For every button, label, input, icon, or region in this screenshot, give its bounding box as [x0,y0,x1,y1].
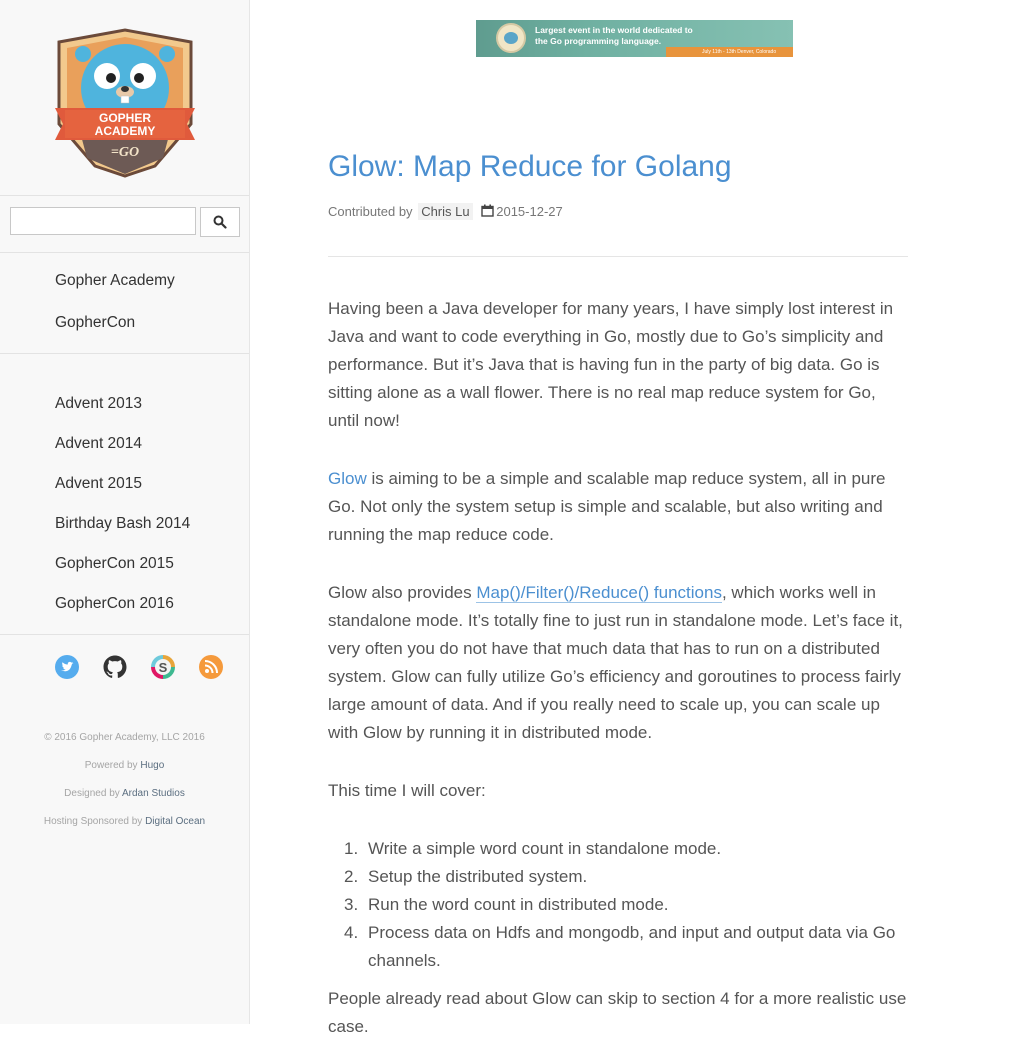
list-item-number: 2. [344,867,359,886]
paragraph-3-start: Glow also provides [328,583,477,602]
list-item-number: 4. [344,923,359,942]
nav-link-gophercon[interactable]: GopherCon [55,314,135,332]
list-item-text: Setup the distributed system. [368,867,588,886]
gophercon-banner[interactable]: Largest event in the world dedicated to … [476,20,793,57]
paragraph-4: This time I will cover: [328,781,486,800]
search-input[interactable] [10,207,196,235]
twitter-icon [55,655,79,679]
title-divider [328,256,908,257]
sidebar: GOPHER ACADEMY =GO Gopher Academy Gopher… [0,0,250,1024]
hugo-link[interactable]: Hugo [140,760,164,771]
footer-designed-prefix: Designed by [64,788,120,799]
list-item-number: 1. [344,839,359,858]
post-date: 2015-12-27 [496,204,563,219]
digital-ocean-link[interactable]: Digital Ocean [145,816,205,827]
contributed-by-label: Contributed by [328,204,413,219]
paragraph-2-text: is aiming to be a simple and scalable ma… [328,469,886,544]
ardan-studios-link[interactable]: Ardan Studios [122,788,185,799]
nav-link-advent-2014[interactable]: Advent 2014 [55,435,142,453]
author-link[interactable]: Chris Lu [418,203,473,220]
gophercon-seal-icon [496,23,526,53]
search-icon [213,215,227,229]
search-area [0,195,249,253]
nav-link-gophercon-2016[interactable]: GopherCon 2016 [55,595,174,613]
list-item-text: Write a simple word count in standalone … [368,839,722,858]
nav-divider [0,353,249,354]
logo-go-text: =GO [111,145,139,160]
banner-line-2: the Go programming language. [535,36,662,46]
list-item-number: 3. [344,895,359,914]
post-title: Glow: Map Reduce for Golang [328,150,732,183]
glow-link[interactable]: Glow [328,469,367,488]
footer-designed: Designed by Ardan Studios [0,788,249,799]
gopher-academy-logo[interactable]: GOPHER ACADEMY =GO [53,28,197,178]
calendar-icon [481,204,494,217]
svg-text:S: S [159,660,168,675]
nav-link-gophercon-2015[interactable]: GopherCon 2015 [55,555,174,573]
slack-icon: S [151,655,175,679]
list-item-text: Process data on Hdfs and mongodb, and in… [368,923,896,970]
nav-link-advent-2015[interactable]: Advent 2015 [55,475,142,493]
svg-text:ACADEMY: ACADEMY [95,124,156,138]
banner-text: Largest event in the world dedicated to … [535,25,725,47]
banner-small-text: July 11th - 13th Denver, Colorado [702,49,777,55]
paragraph-3: Glow also provides Map()/Filter()/Reduce… [328,579,908,747]
list-item-text: Run the word count in distributed mode. [368,895,669,914]
paragraph-3-text: , which works well in standalone mode. I… [328,583,903,742]
paragraph-2: Glow is aiming to be a simple and scalab… [328,465,908,549]
nav-link-birthday-bash-2014[interactable]: Birthday Bash 2014 [55,515,190,533]
twitter-link[interactable] [54,654,80,680]
footer-hosting-prefix: Hosting Sponsored by [43,816,143,827]
post-meta: Contributed by Chris Lu 2015-12-27 [328,203,563,220]
logo-text: GOPHER [99,111,151,125]
github-icon [103,655,127,678]
nav-link-advent-2013[interactable]: Advent 2013 [55,395,142,413]
paragraph-1: Having been a Java developer for many ye… [328,299,894,430]
social-divider [0,634,249,635]
nav-link-gopher-academy[interactable]: Gopher Academy [55,272,175,290]
rss-link[interactable] [198,654,224,680]
gopher-logo-icon: GOPHER ACADEMY =GO [55,28,195,178]
footer-copyright: © 2016 Gopher Academy, LLC 2016 [44,732,205,743]
map-filter-reduce-link[interactable]: Map()/Filter()/Reduce() functions [476,583,722,603]
github-link[interactable] [102,654,128,680]
footer-powered: Powered by Hugo [0,760,249,771]
paragraph-5: People already read about Glow can skip … [328,989,907,1036]
footer-powered-prefix: Powered by [84,760,138,771]
rss-icon [199,655,223,679]
banner-line-1: Largest event in the world dedicated to [535,25,693,35]
search-button[interactable] [200,207,240,237]
footer-hosting: Hosting Sponsored by Digital Ocean [0,816,249,827]
slack-link[interactable]: S [150,654,176,680]
